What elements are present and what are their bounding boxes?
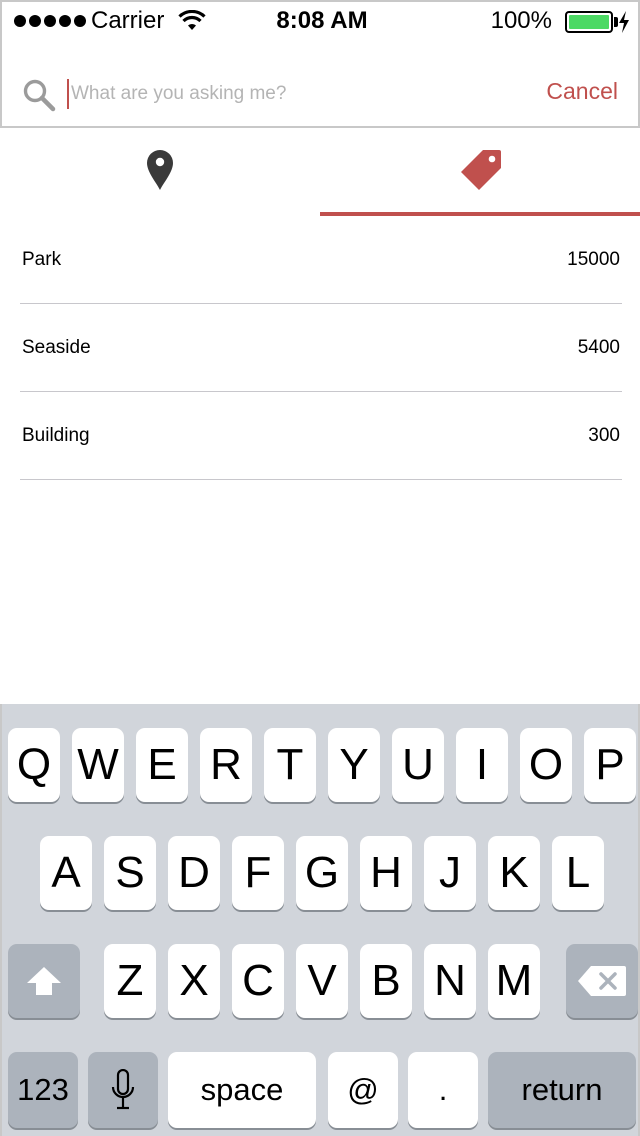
- key-g[interactable]: G: [296, 836, 348, 910]
- key-d[interactable]: D: [168, 836, 220, 910]
- key-i[interactable]: I: [456, 728, 508, 802]
- tag-icon: [461, 150, 501, 190]
- key-b[interactable]: B: [360, 944, 412, 1018]
- list-item[interactable]: Building 300: [20, 392, 622, 480]
- item-name: Building: [22, 425, 90, 446]
- delete-key[interactable]: [566, 944, 638, 1018]
- list-item[interactable]: Seaside 5400: [20, 304, 622, 392]
- key-c[interactable]: C: [232, 944, 284, 1018]
- numbers-key[interactable]: 123: [8, 1052, 78, 1128]
- item-name: Park: [22, 249, 62, 270]
- key-f[interactable]: F: [232, 836, 284, 910]
- key-r[interactable]: R: [200, 728, 252, 802]
- results-list: Park 15000 Seaside 5400 Building 300: [20, 216, 622, 480]
- key-l[interactable]: L: [552, 836, 604, 910]
- key-j[interactable]: J: [424, 836, 476, 910]
- key-h[interactable]: H: [360, 836, 412, 910]
- key-m[interactable]: M: [488, 944, 540, 1018]
- item-count: 5400: [577, 337, 620, 358]
- key-v[interactable]: V: [296, 944, 348, 1018]
- delete-icon: [578, 966, 626, 996]
- search-input[interactable]: [71, 76, 471, 112]
- key-z[interactable]: Z: [104, 944, 156, 1018]
- key-n[interactable]: N: [424, 944, 476, 1018]
- tab-tags[interactable]: [320, 128, 640, 216]
- text-cursor: [67, 79, 69, 109]
- key-y[interactable]: Y: [328, 728, 380, 802]
- return-key[interactable]: return: [488, 1052, 636, 1128]
- cancel-button[interactable]: Cancel: [546, 78, 618, 105]
- charging-bolt-icon: [619, 11, 629, 33]
- item-count: 300: [588, 425, 620, 446]
- key-a[interactable]: A: [40, 836, 92, 910]
- microphone-icon: [111, 1069, 135, 1110]
- period-key[interactable]: .: [408, 1052, 478, 1128]
- space-key[interactable]: space: [168, 1052, 316, 1128]
- battery-icon: [565, 11, 613, 33]
- item-count: 15000: [567, 249, 620, 270]
- list-item[interactable]: Park 15000: [20, 216, 622, 304]
- key-o[interactable]: O: [520, 728, 572, 802]
- search-icon: [23, 79, 56, 112]
- dictation-key[interactable]: [88, 1052, 158, 1128]
- keyboard: Q W E R T Y U I O P A S D F G H J K L Z …: [0, 704, 640, 1136]
- battery-percent: 100%: [490, 7, 552, 34]
- map-pin-icon: [147, 150, 173, 190]
- item-name: Seaside: [22, 337, 91, 358]
- key-u[interactable]: U: [392, 728, 444, 802]
- key-q[interactable]: Q: [8, 728, 60, 802]
- key-s[interactable]: S: [104, 836, 156, 910]
- shift-key[interactable]: [8, 944, 80, 1018]
- at-key[interactable]: @: [328, 1052, 398, 1128]
- key-k[interactable]: K: [488, 836, 540, 910]
- shift-icon: [27, 967, 61, 995]
- key-w[interactable]: W: [72, 728, 124, 802]
- key-p[interactable]: P: [584, 728, 636, 802]
- tab-bar: [0, 128, 640, 216]
- search-bar: Cancel: [0, 40, 640, 128]
- status-bar: Carrier 8:08 AM 100%: [0, 0, 640, 40]
- key-x[interactable]: X: [168, 944, 220, 1018]
- tab-locations[interactable]: [0, 128, 320, 216]
- key-t[interactable]: T: [264, 728, 316, 802]
- key-e[interactable]: E: [136, 728, 188, 802]
